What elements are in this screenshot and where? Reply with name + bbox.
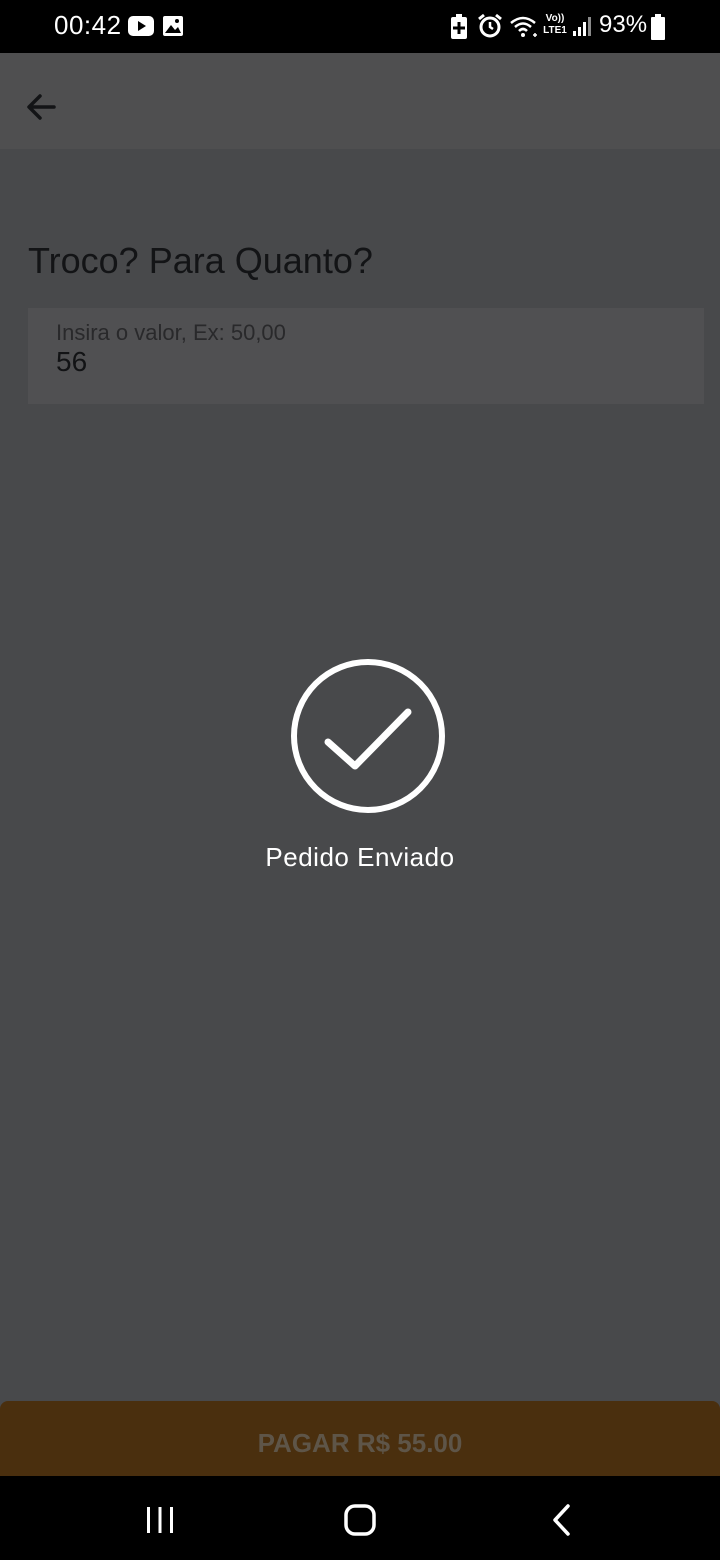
arrow-left-icon <box>27 94 56 120</box>
volte-icon: Vo)) LTE1 <box>540 13 570 41</box>
battery-icon <box>651 14 665 40</box>
change-title: Troco? Para Quanto? <box>28 240 373 281</box>
alarm-icon <box>478 13 502 38</box>
success-message: Pedido Enviado <box>265 842 455 872</box>
battery-saver-icon <box>451 14 467 39</box>
home-icon[interactable] <box>338 1498 382 1542</box>
nav-bar <box>0 1476 720 1560</box>
gallery-icon <box>163 16 183 36</box>
back-icon[interactable] <box>540 1498 584 1542</box>
change-amount-input[interactable]: Insira o valor, Ex: 50,00 56 <box>28 308 704 404</box>
wifi-icon <box>510 16 537 37</box>
change-amount-value[interactable]: 56 <box>56 346 87 378</box>
pay-button[interactable]: PAGAR R$ 55.00 <box>0 1401 720 1476</box>
status-time: 00:42 <box>54 10 122 40</box>
youtube-icon <box>128 16 154 36</box>
signal-icon <box>573 17 591 36</box>
check-circle-icon <box>291 659 445 813</box>
volte-label: Vo)) <box>545 13 565 24</box>
screen: 00:42 Vo)) LTE1 93% Troco? Para Quanto? … <box>0 0 720 1560</box>
change-amount-label: Insira o valor, Ex: 50,00 <box>56 320 286 345</box>
battery-percentage: 93% <box>599 11 648 38</box>
recents-icon[interactable] <box>138 1498 182 1542</box>
lte-label: LTE1 <box>543 25 567 36</box>
back-button[interactable] <box>18 83 66 131</box>
status-bar: 00:42 Vo)) LTE1 93% <box>0 0 720 53</box>
app-bar <box>0 53 720 149</box>
